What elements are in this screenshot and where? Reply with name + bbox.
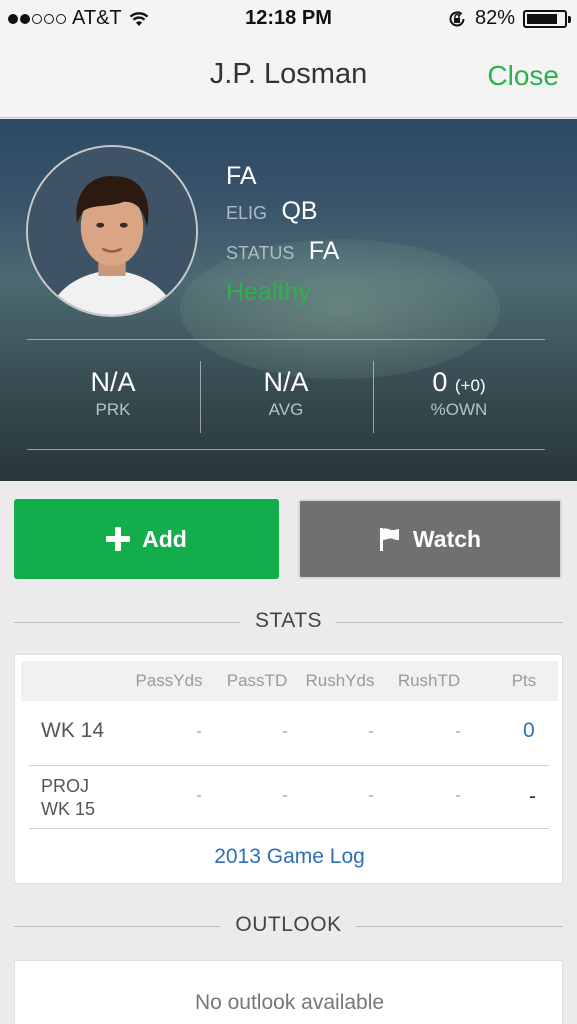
add-button[interactable]: Add bbox=[14, 499, 279, 579]
stat-prk: N/A PRK bbox=[27, 367, 199, 420]
stat-caption: %OWN bbox=[430, 400, 488, 419]
column-header: RushTD bbox=[397, 671, 461, 690]
divider bbox=[29, 765, 549, 766]
stat-value: N/A bbox=[90, 367, 136, 397]
stat-value: N/A bbox=[263, 367, 309, 397]
status-bar: AT&T 12:18 PM 82% bbox=[0, 0, 577, 38]
player-team: FA bbox=[226, 162, 257, 190]
watch-button[interactable]: Watch bbox=[298, 499, 562, 579]
stat-own: 0 (+0) %OWN bbox=[373, 367, 545, 420]
plus-icon bbox=[106, 527, 131, 551]
points-value: 0 bbox=[523, 719, 535, 742]
game-log-link[interactable]: 2013 Game Log bbox=[15, 845, 564, 869]
stat-cell: - bbox=[455, 787, 461, 804]
stat-cell: - bbox=[368, 787, 374, 804]
stat-cell: - bbox=[455, 723, 461, 740]
stat-value: 0 bbox=[432, 367, 448, 397]
column-header: PassYds bbox=[135, 671, 203, 690]
column-header: PassTD bbox=[226, 671, 288, 690]
divider bbox=[29, 828, 549, 829]
flag-icon bbox=[379, 528, 399, 551]
status-label: STATUS bbox=[226, 243, 295, 263]
stat-caption: AVG bbox=[268, 400, 304, 419]
elig-value: QB bbox=[281, 197, 318, 225]
column-header: Pts bbox=[511, 671, 537, 690]
navigation-bar: J.P. Losman Close bbox=[0, 38, 577, 118]
outlook-section-header: OUTLOOK bbox=[14, 911, 563, 941]
stat-change: (+0) bbox=[454, 376, 486, 395]
rotation-lock-icon bbox=[449, 10, 465, 26]
stats-table: PassYds PassTD RushYds RushTD Pts WK 14 … bbox=[14, 654, 563, 884]
stat-caption: PRK bbox=[95, 400, 131, 419]
stat-cell: - bbox=[196, 723, 202, 740]
outlook-empty-text: No outlook available bbox=[194, 991, 385, 1014]
outlook-card: No outlook available bbox=[14, 960, 563, 1024]
player-header: FA ELIG QB STATUS FA Healthy N/A PRK N/A… bbox=[0, 119, 577, 481]
stat-avg: N/A AVG bbox=[200, 367, 372, 420]
row-label: PROJ WK 15 bbox=[41, 776, 96, 819]
status-value: FA bbox=[308, 237, 340, 265]
add-button-label: Add bbox=[142, 525, 187, 552]
stats-section-header: STATS bbox=[14, 607, 563, 637]
player-avatar bbox=[26, 145, 198, 317]
row-label: WK 14 bbox=[41, 719, 105, 742]
watch-button-label: Watch bbox=[412, 525, 482, 552]
divider bbox=[27, 339, 545, 340]
battery-icon bbox=[523, 9, 571, 28]
column-header: RushYds bbox=[305, 671, 375, 690]
battery-percent: 82% bbox=[474, 7, 515, 29]
close-button[interactable]: Close bbox=[487, 60, 559, 92]
section-title: STATS bbox=[254, 609, 323, 632]
stat-cell: - bbox=[368, 723, 374, 740]
health-status: Healthy bbox=[226, 278, 311, 306]
points-value: - bbox=[529, 785, 536, 808]
section-title: OUTLOOK bbox=[235, 913, 342, 936]
elig-label: ELIG bbox=[226, 203, 268, 223]
divider bbox=[27, 449, 545, 450]
stat-cell: - bbox=[196, 787, 202, 804]
stat-cell: - bbox=[282, 723, 288, 740]
stat-cell: - bbox=[282, 787, 288, 804]
